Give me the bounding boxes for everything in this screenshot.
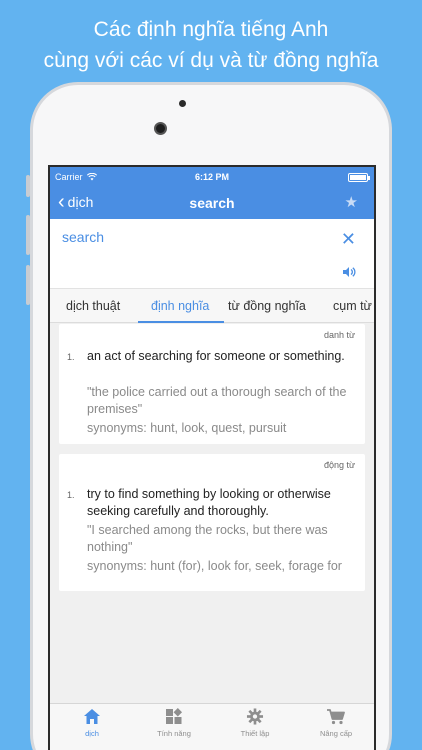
star-icon[interactable]: ★ [345,193,358,211]
tabbar-label: Tính năng [157,729,191,738]
search-input[interactable]: search [62,229,104,245]
tabbar-item-features[interactable]: Tính năng [144,708,204,738]
headline-line-2: cùng với các ví dụ và từ đồng nghĩa [43,49,379,72]
home-icon [84,709,100,724]
definition-text: an act of searching for someone or somet… [87,349,345,363]
definition-synonyms: synonyms: hunt, look, quest, pursuit [87,421,287,435]
definition-card: động từ 1. try to find something by look… [59,454,365,591]
definition-example: "I searched among the rocks, but there w… [87,523,328,554]
volume-up-button [26,215,30,255]
battery-icon [348,173,370,182]
definition-number: 1. [67,352,75,362]
tab-synonyms[interactable]: từ đồng nghĩa [228,299,306,313]
definition-synonyms: synonyms: hunt (for), look for, seek, fo… [87,559,342,573]
mute-switch [26,175,30,197]
nav-title: search [189,195,235,211]
volume-down-button [26,265,30,305]
definition-card: danh từ 1. an act of searching for someo… [59,324,365,444]
gear-icon [246,708,264,725]
cart-icon [327,709,345,725]
definition-number: 1. [67,490,75,500]
headline-line-1: Các định nghĩa tiếng Anh [93,18,329,41]
tab-phrases[interactable]: cụm từ [333,299,372,313]
tab-translation[interactable]: dịch thuật [66,299,120,313]
tab-definition[interactable]: định nghĩa [151,299,209,313]
tabbar-label: Nâng cấp [319,729,353,738]
app-screen: Carrier 6:12 PM ‹ dịch search ★ search ✕… [48,165,376,750]
tabbar-item-settings[interactable]: Thiết lập [225,708,285,738]
front-camera [154,122,167,135]
status-bar: Carrier 6:12 PM [50,167,374,187]
search-input-area[interactable]: search ✕ [50,219,374,289]
active-tab-indicator [138,321,224,323]
tabbar-item-translate[interactable]: dịch [62,708,122,738]
speaker-icon[interactable] [342,266,356,278]
tabbar-label: Thiết lập [240,729,270,738]
definition-example: "the police carried out a thorough searc… [87,385,347,416]
features-icon [166,708,183,724]
bottom-tab-bar: dịch Tính năng Thiết lập Nâng cấp [50,703,374,750]
promo-headline: Các định nghĩa tiếng Anh cùng với các ví… [0,14,422,76]
part-of-speech: danh từ [323,330,355,340]
status-time: 6:12 PM [194,172,229,182]
earpiece-speaker [179,100,186,107]
part-of-speech: động từ [323,460,355,470]
tabbar-item-upgrade[interactable]: Nâng cấp [306,708,366,738]
nav-bar: ‹ dịch search ★ [50,187,374,219]
tabbar-label: dịch [85,729,99,738]
clear-icon[interactable]: ✕ [341,229,356,250]
tab-bar: dịch thuật định nghĩa từ đồng nghĩa cụm … [50,289,374,323]
definition-text: try to find something by looking or othe… [87,487,331,518]
